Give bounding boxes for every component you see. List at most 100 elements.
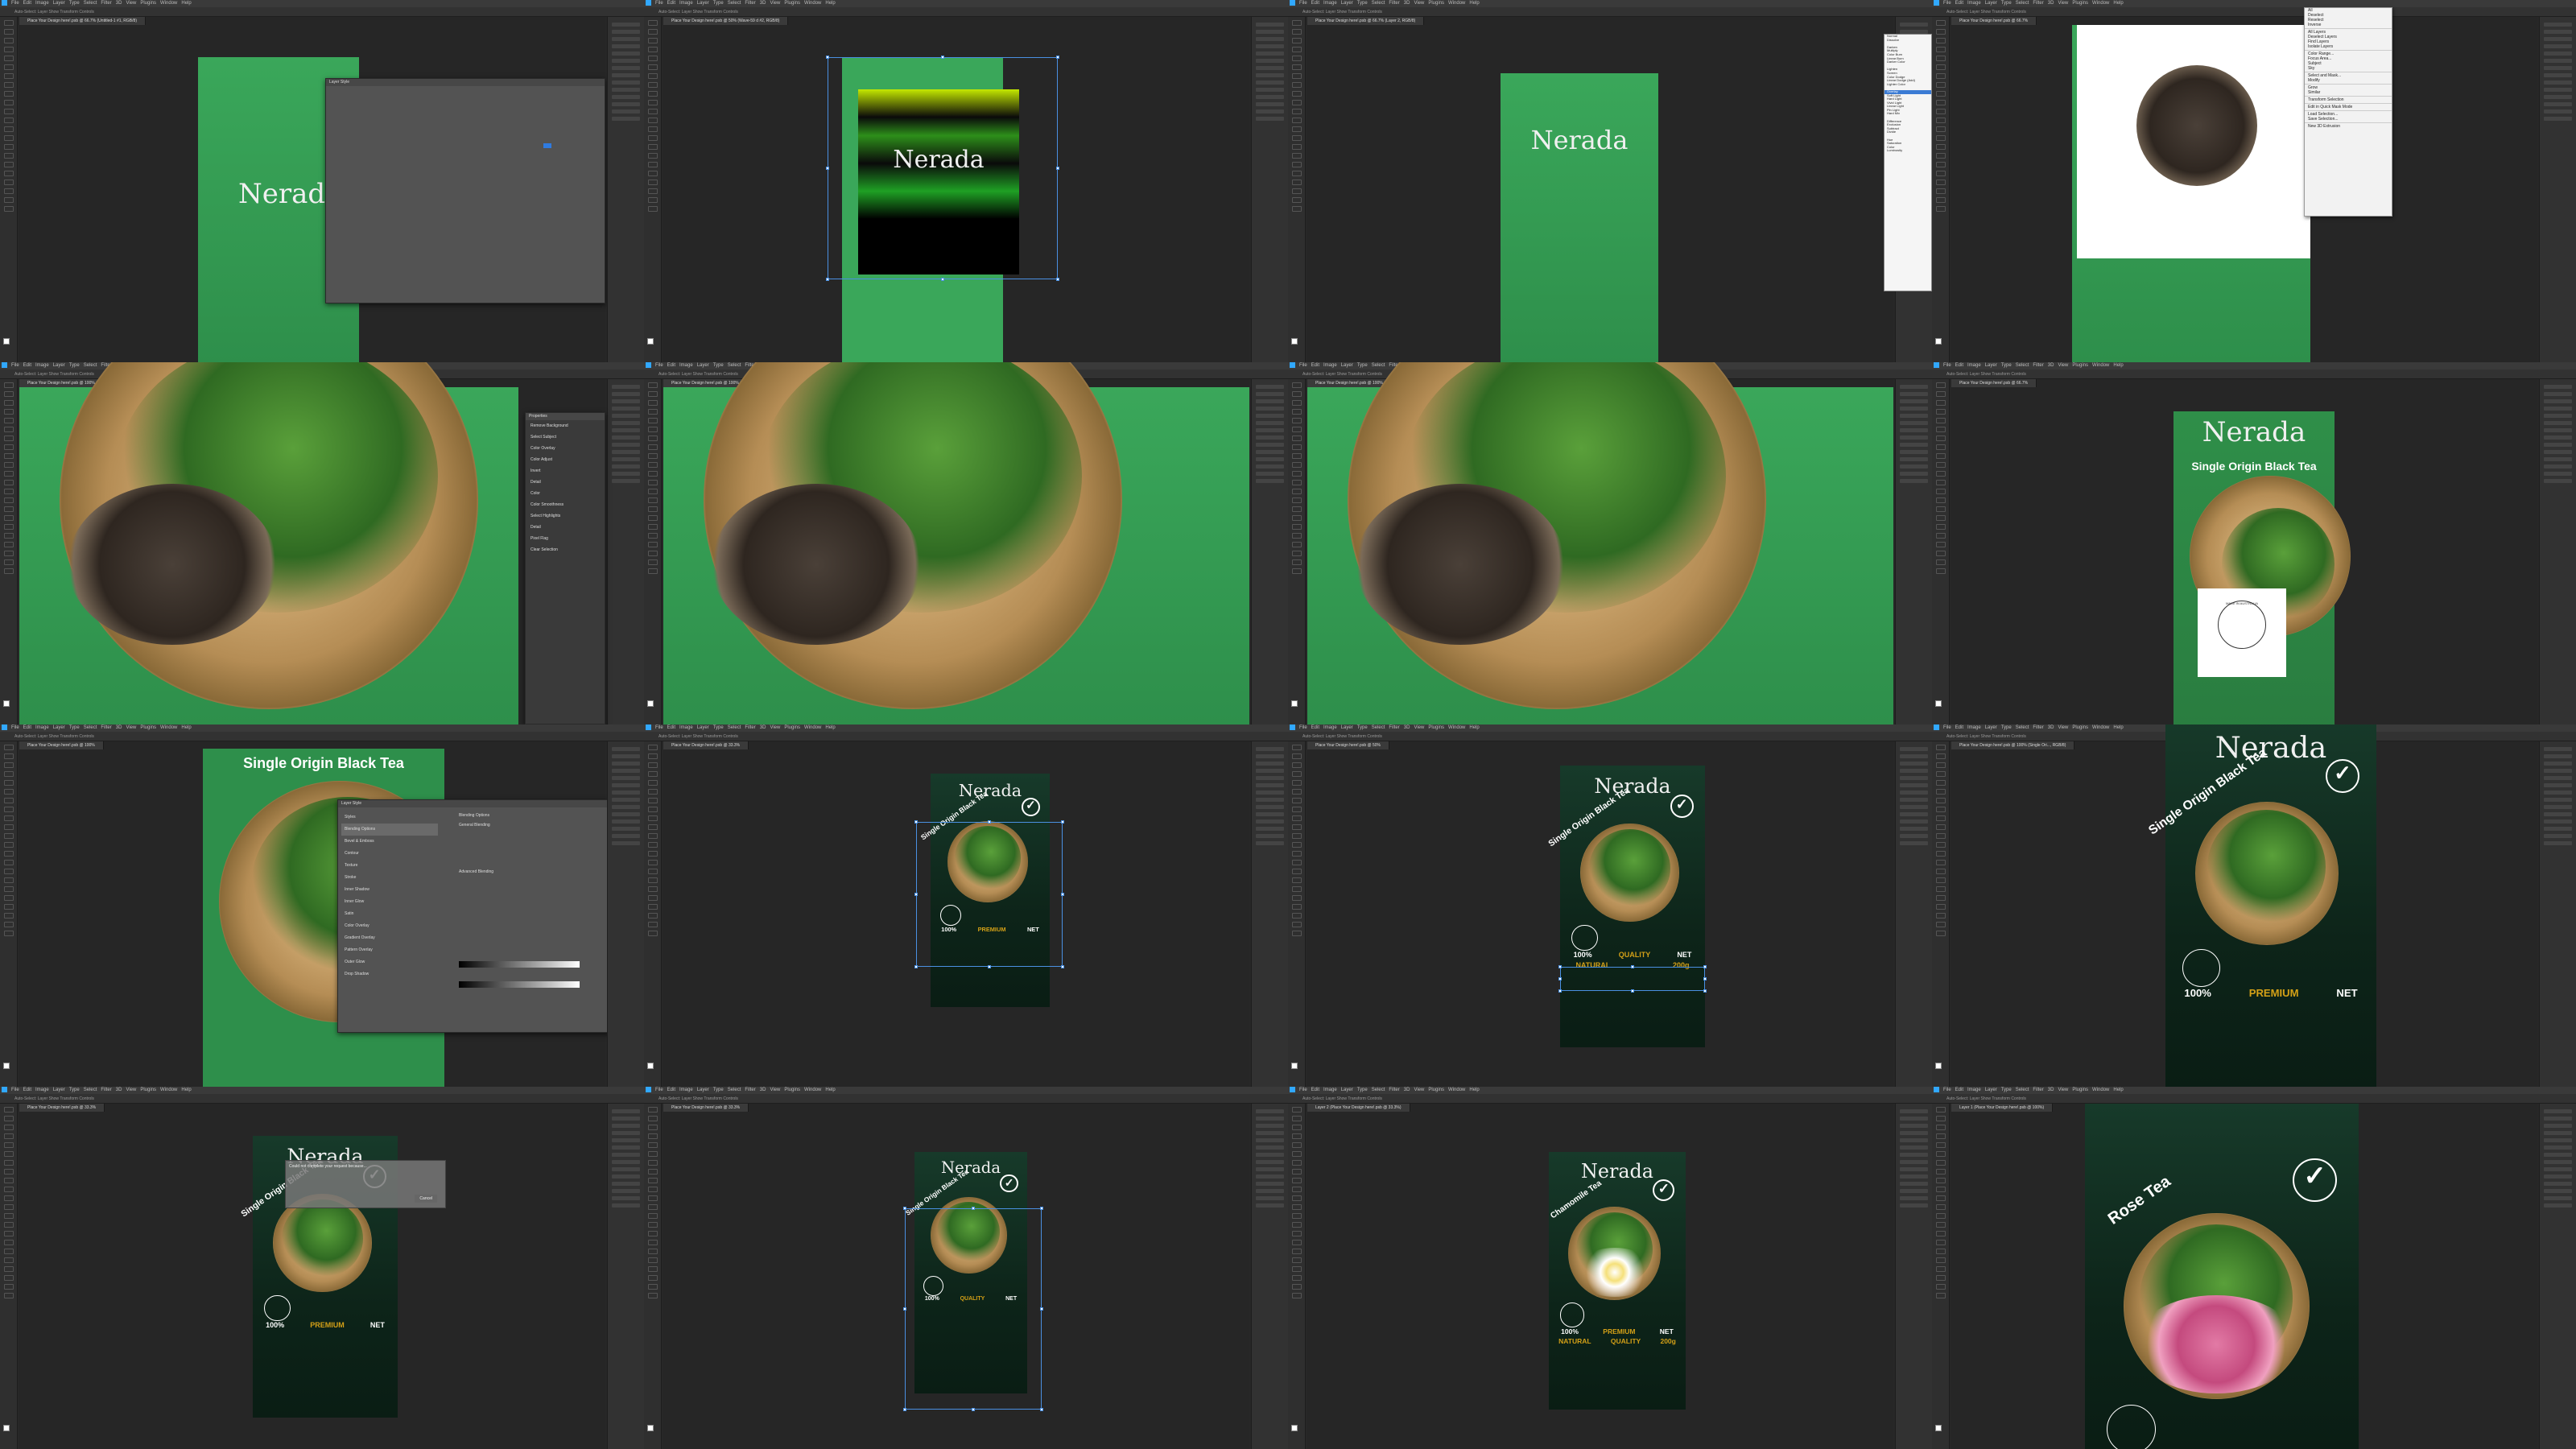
- style-item[interactable]: Stroke: [341, 872, 438, 884]
- menu-item[interactable]: Edit: [23, 1088, 31, 1092]
- tool-icon[interactable]: [3, 869, 14, 874]
- tool-icon[interactable]: [1291, 126, 1302, 132]
- color-swatch-icon[interactable]: [1935, 1425, 1942, 1431]
- canvas-area[interactable]: Single Origin Black Tea Layer Style Styles…: [19, 749, 644, 1087]
- menu-item[interactable]: Plugins: [140, 725, 156, 730]
- tool-icon[interactable]: [1935, 1284, 1946, 1290]
- tool-icon[interactable]: [647, 400, 658, 406]
- tool-icon[interactable]: [3, 1160, 14, 1166]
- alert-cancel-button[interactable]: Cancel: [415, 1195, 437, 1203]
- tool-icon[interactable]: [3, 762, 14, 768]
- tool-icon[interactable]: [1935, 427, 1946, 432]
- layer-style-dialog[interactable]: Layer Style: [325, 78, 605, 303]
- tool-icon[interactable]: [647, 1284, 658, 1290]
- menu-item[interactable]: Image: [1323, 1088, 1337, 1092]
- tool-icon[interactable]: [1935, 382, 1946, 388]
- tool-icon[interactable]: [647, 568, 658, 574]
- tool-icon[interactable]: [1291, 1169, 1302, 1174]
- options-bar[interactable]: Auto-Select: Layer Show Transform Contro…: [1932, 7, 2576, 17]
- menu-item[interactable]: 3D: [2048, 725, 2054, 730]
- tool-icon[interactable]: [1935, 409, 1946, 415]
- layer-row[interactable]: [2544, 1146, 2572, 1150]
- menu-item[interactable]: File: [655, 1, 663, 6]
- canvas-area[interactable]: Nerada✓Single Origin Black Tea100%PREMIU…: [19, 1112, 605, 1449]
- menu-item[interactable]: Edit: [667, 1, 675, 6]
- tool-icon[interactable]: [1935, 497, 1946, 503]
- menu-item[interactable]: Layer: [697, 363, 709, 368]
- layer-row[interactable]: [1900, 791, 1928, 795]
- menu-item[interactable]: Similar: [2305, 90, 2392, 95]
- layer-row[interactable]: [1256, 747, 1284, 751]
- layer-row[interactable]: [1900, 1131, 1928, 1135]
- tool-icon[interactable]: [1291, 559, 1302, 565]
- layer-row[interactable]: [1256, 1189, 1284, 1193]
- tool-icon[interactable]: [1291, 56, 1302, 61]
- layer-row[interactable]: [1900, 1124, 1928, 1128]
- tool-icon[interactable]: [1291, 542, 1302, 547]
- menu-item[interactable]: Help: [1469, 725, 1479, 730]
- menu-item[interactable]: Select: [84, 363, 97, 368]
- menu-item[interactable]: Image: [1323, 725, 1337, 730]
- tool-icon[interactable]: [1935, 1160, 1946, 1166]
- options-bar[interactable]: Auto-Select: Layer Show Transform Contro…: [0, 732, 644, 741]
- menu-item[interactable]: Filter: [745, 1088, 755, 1092]
- tool-icon[interactable]: [3, 418, 14, 423]
- tool-icon[interactable]: [647, 453, 658, 459]
- layer-row[interactable]: [612, 73, 640, 77]
- layer-row[interactable]: [1900, 1196, 1928, 1200]
- layer-row[interactable]: [2544, 747, 2572, 751]
- layer-row[interactable]: [612, 88, 640, 92]
- tool-icon[interactable]: [3, 904, 14, 910]
- layer-row[interactable]: [2544, 1138, 2572, 1142]
- transform-handle[interactable]: [1558, 989, 1562, 993]
- layer-row[interactable]: [1900, 769, 1928, 773]
- menu-item[interactable]: Edit: [667, 1088, 675, 1092]
- layer-row[interactable]: [1256, 805, 1284, 809]
- transform-handle[interactable]: [1061, 965, 1064, 968]
- tool-icon[interactable]: [647, 135, 658, 141]
- tool-icon[interactable]: [3, 877, 14, 883]
- tool-icon[interactable]: [1291, 20, 1302, 26]
- menu-item[interactable]: Filter: [745, 1, 755, 6]
- menu-item[interactable]: Image: [679, 1088, 693, 1092]
- tool-icon[interactable]: [1291, 197, 1302, 203]
- layer-row[interactable]: [1256, 30, 1284, 34]
- tool-icon[interactable]: [647, 382, 658, 388]
- transform-bounding-box[interactable]: [1560, 967, 1705, 991]
- layer-row[interactable]: [2544, 479, 2572, 483]
- tool-icon[interactable]: [1291, 1249, 1302, 1254]
- tool-icon[interactable]: [647, 1222, 658, 1228]
- tool-icon[interactable]: [647, 188, 658, 194]
- menu-item[interactable]: Layer: [697, 1088, 709, 1092]
- transform-handle[interactable]: [826, 56, 829, 59]
- tool-icon[interactable]: [647, 904, 658, 910]
- menu-item[interactable]: View: [1414, 725, 1424, 730]
- layer-row[interactable]: [1900, 479, 1928, 483]
- menu-item[interactable]: Help: [181, 1, 191, 6]
- menu-item[interactable]: Plugins: [2072, 1088, 2088, 1092]
- menu-item[interactable]: View: [1414, 1, 1424, 6]
- tool-icon[interactable]: [1291, 1142, 1302, 1148]
- tool-icon[interactable]: [1935, 1249, 1946, 1254]
- tool-icon[interactable]: [647, 109, 658, 114]
- layer-row[interactable]: [612, 841, 640, 845]
- menu-item[interactable]: Image: [1323, 363, 1337, 368]
- tool-icon[interactable]: [1291, 842, 1302, 848]
- tool-icon[interactable]: [1291, 382, 1302, 388]
- tool-icon[interactable]: [647, 1195, 658, 1201]
- tool-icon[interactable]: [1291, 82, 1302, 88]
- tool-icon[interactable]: [647, 869, 658, 874]
- tool-icon[interactable]: [1935, 1275, 1946, 1281]
- tool-icon[interactable]: [1935, 913, 1946, 919]
- menu-item[interactable]: Select: [728, 1088, 741, 1092]
- layer-row[interactable]: [1900, 464, 1928, 469]
- tool-icon[interactable]: [3, 91, 14, 97]
- menu-item[interactable]: Select: [2016, 1088, 2029, 1092]
- menu-item[interactable]: Type: [69, 363, 80, 368]
- layer-row[interactable]: [2544, 117, 2572, 121]
- layer-row[interactable]: [2544, 392, 2572, 396]
- canvas-area[interactable]: Nerada ✓ Single Origin Black Tea 100% QUALIT…: [1307, 749, 1893, 1087]
- style-item[interactable]: Gradient Overlay: [341, 932, 438, 944]
- transform-handle[interactable]: [914, 893, 918, 896]
- tool-icon[interactable]: [647, 100, 658, 105]
